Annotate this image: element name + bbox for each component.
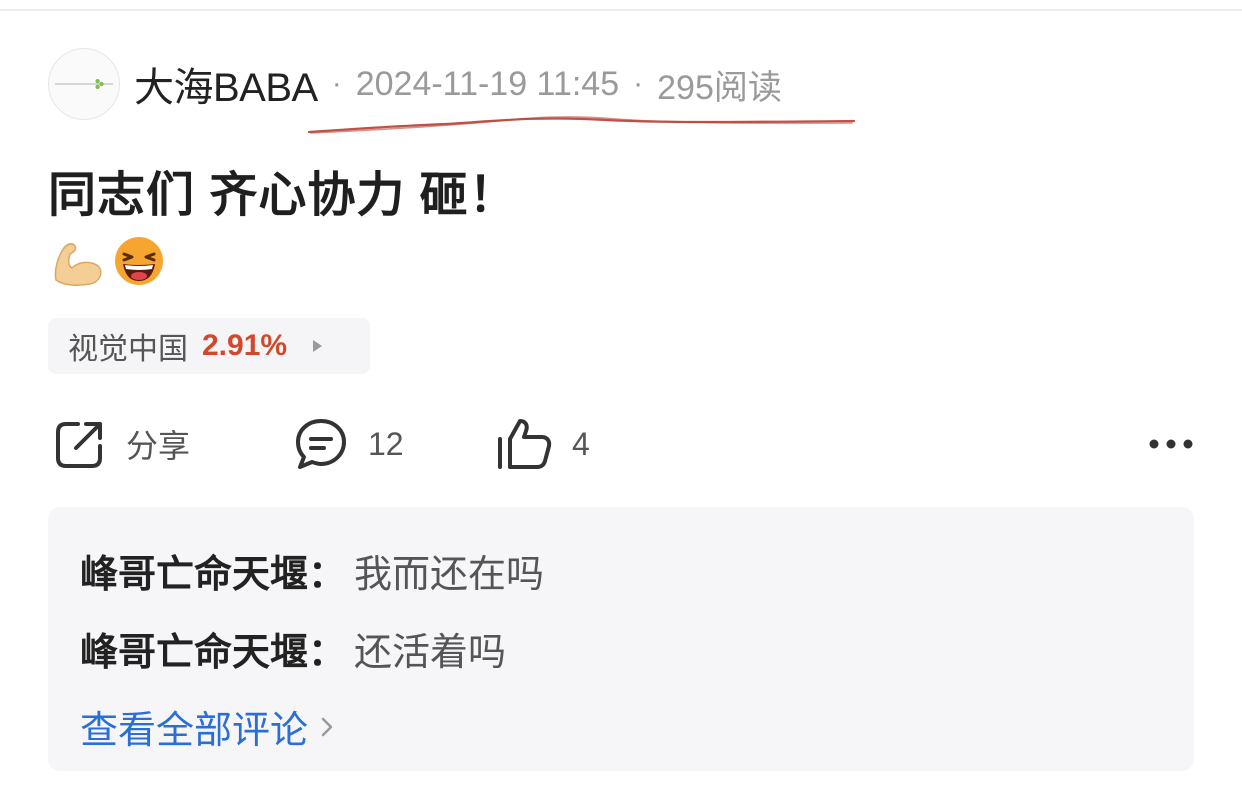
share-button[interactable]: 分享: [54, 414, 190, 474]
more-icon: [1149, 439, 1193, 449]
laughing-face-icon: [115, 237, 163, 285]
action-bar: 分享 12 4: [54, 414, 1194, 474]
stock-change: 2.91%: [202, 329, 288, 362]
comment-text: 还活着吗: [354, 632, 507, 674]
top-divider: [0, 9, 1242, 11]
comments-preview: 峰哥亡命天堰 ： 我而还在吗 峰哥亡命天堰 ： 还活着吗 查看全部评论: [48, 507, 1194, 771]
post-timestamp: 2024-11-19 11:45: [355, 64, 620, 103]
like-button[interactable]: 4: [496, 414, 590, 474]
more-button[interactable]: [1148, 414, 1194, 474]
stock-tag[interactable]: 视觉中国 2.91%: [48, 318, 370, 374]
comment-item[interactable]: 峰哥亡命天堰 ： 还活着吗: [80, 621, 506, 676]
comment-author[interactable]: 峰哥亡命天堰: [80, 621, 308, 676]
comment-icon: [296, 419, 346, 469]
like-count: 4: [572, 425, 590, 462]
emoji-row: [50, 234, 166, 288]
comment-button[interactable]: 12: [294, 414, 404, 474]
stock-name: 视觉中国: [68, 333, 188, 366]
read-count: 295阅读: [657, 68, 782, 107]
author-name[interactable]: 大海BABA: [134, 55, 318, 113]
handdrawn-underline-icon: [307, 116, 856, 134]
view-all-comments-link[interactable]: 查看全部评论: [80, 699, 334, 754]
meta-separator: ·: [331, 67, 342, 100]
comment-item[interactable]: 峰哥亡命天堰 ： 我而还在吗: [80, 543, 544, 598]
comment-author[interactable]: 峰哥亡命天堰: [80, 543, 308, 598]
avatar[interactable]: [48, 48, 120, 120]
flexed-biceps-icon: [54, 243, 102, 286]
view-all-label: 查看全部评论: [80, 710, 309, 752]
share-icon: [56, 422, 102, 468]
post-title: 同志们 齐心协力 砸！: [48, 169, 518, 222]
comment-colon: ：: [308, 632, 347, 674]
thumbs-up-icon: [498, 419, 552, 469]
share-label: 分享: [126, 428, 191, 464]
comment-text: 我而还在吗: [354, 554, 545, 596]
meta-separator: ·: [633, 67, 644, 100]
comment-colon: ：: [308, 554, 347, 596]
chevron-right-icon: [321, 717, 333, 736]
play-arrow-icon: [313, 340, 323, 352]
comment-count: 12: [368, 425, 404, 462]
avatar-image-icon: [54, 78, 114, 90]
